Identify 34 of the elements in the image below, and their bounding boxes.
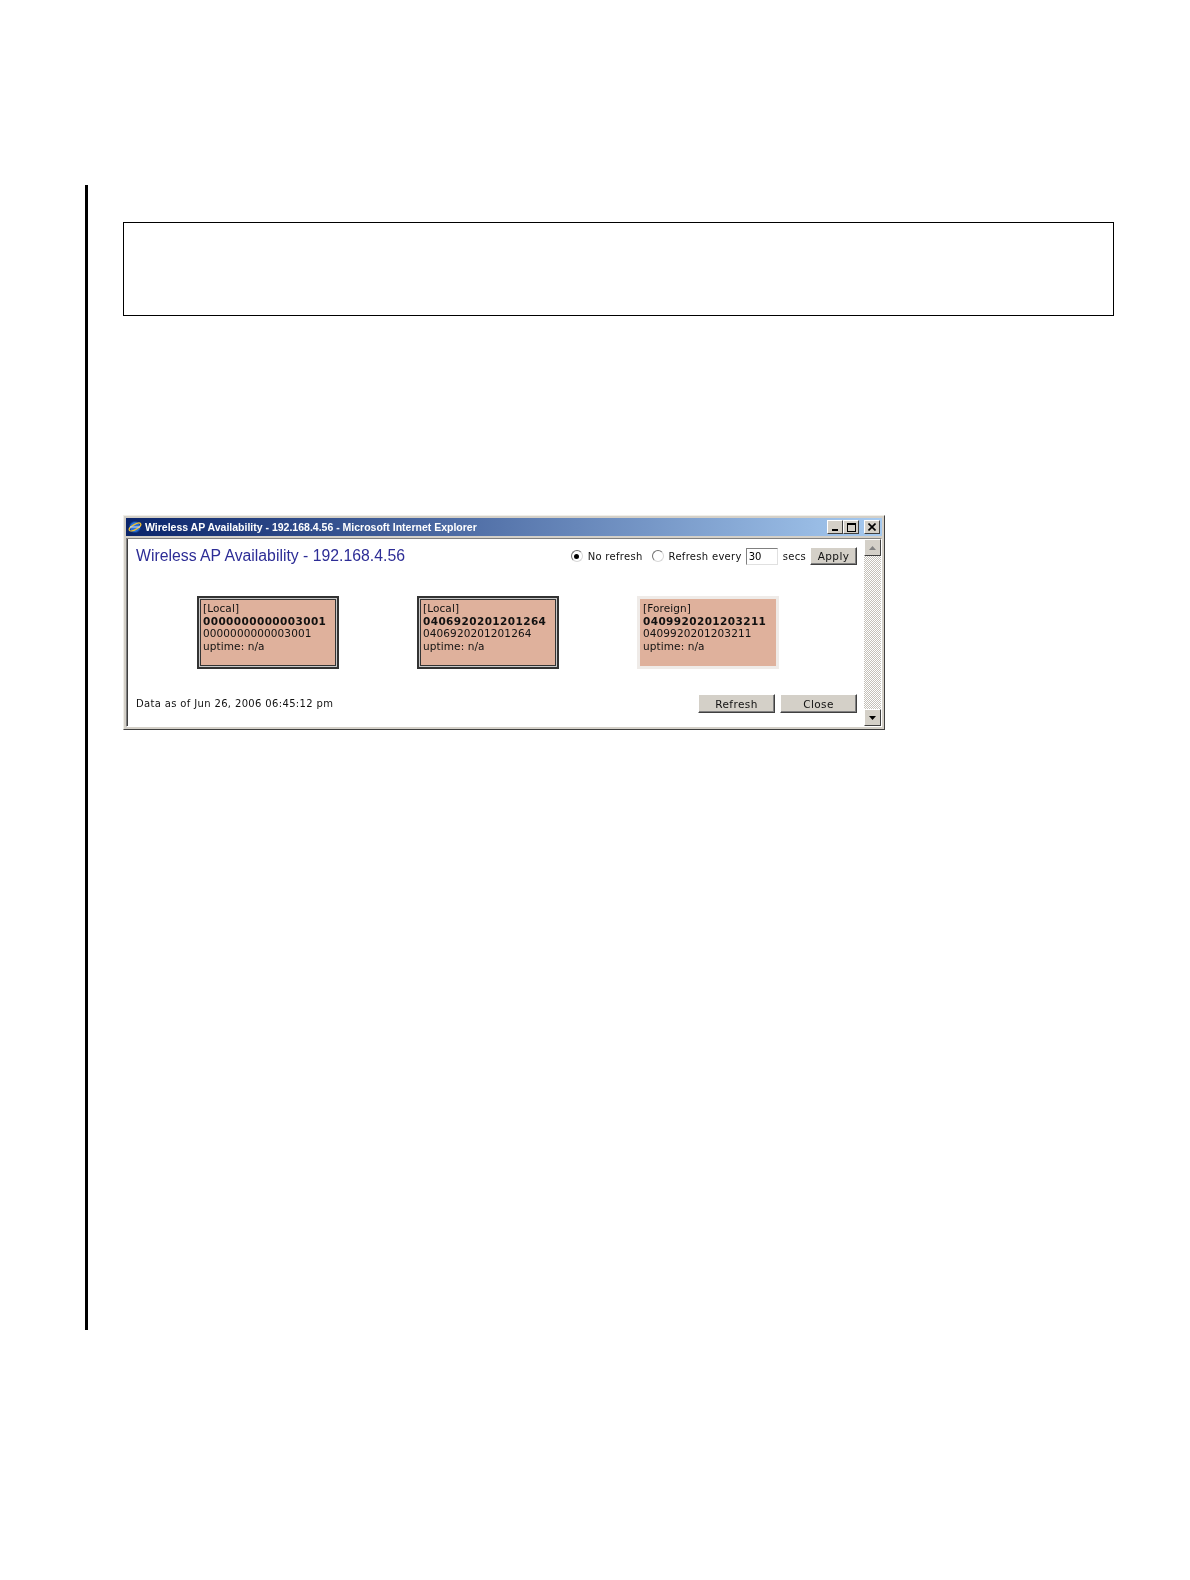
close-window-button[interactable]: Close [780, 694, 857, 713]
apply-button[interactable]: Apply [810, 547, 857, 565]
scroll-up-button[interactable] [864, 539, 881, 556]
ap-uptime: uptime: n/a [643, 639, 705, 652]
interval-input[interactable]: 30 [745, 547, 778, 565]
radio-label: Refresh every [668, 550, 742, 562]
ap-type-label: [Local] [423, 602, 460, 615]
maximize-button[interactable] [843, 520, 859, 534]
window-title: Wireless AP Availability - 192.168.4.56 - Microsoft Internet Explorer [145, 521, 478, 533]
ap-uptime: uptime: n/a [203, 639, 265, 652]
ap-type-label: [Local] [203, 602, 240, 615]
ap-name: 0409920201203211 [643, 614, 767, 627]
caret-up-icon [869, 545, 876, 550]
maximize-icon [846, 522, 856, 532]
radio-button[interactable] [651, 550, 664, 562]
globe-icon [128, 520, 142, 534]
ap-serial: 0406920201201264 [423, 627, 532, 640]
ap-type-label: [Foreign] [643, 602, 691, 615]
ap-uptime: uptime: n/a [423, 639, 485, 652]
page-heading: Wireless AP Availability - 192.168.4.56 [136, 547, 405, 565]
caret-down-icon [869, 715, 876, 720]
radio-button[interactable] [570, 550, 583, 562]
close-icon [868, 523, 876, 531]
ap-serial: 0409920201203211 [643, 627, 752, 640]
timestamp-text: Data as of Jun 26, 2006 06:45:12 pm [136, 698, 335, 709]
close-button[interactable] [864, 520, 880, 534]
unit-label: secs [782, 550, 806, 562]
ap-name: 0000000000003001 [203, 614, 327, 627]
ap-name: 0406920201201264 [423, 614, 547, 627]
minimize-button[interactable] [827, 520, 843, 534]
radio-label: No refresh [587, 550, 643, 562]
refresh-button[interactable]: Refresh [698, 694, 775, 713]
scroll-down-button[interactable] [864, 709, 881, 726]
ap-serial: 0000000000003001 [203, 627, 312, 640]
